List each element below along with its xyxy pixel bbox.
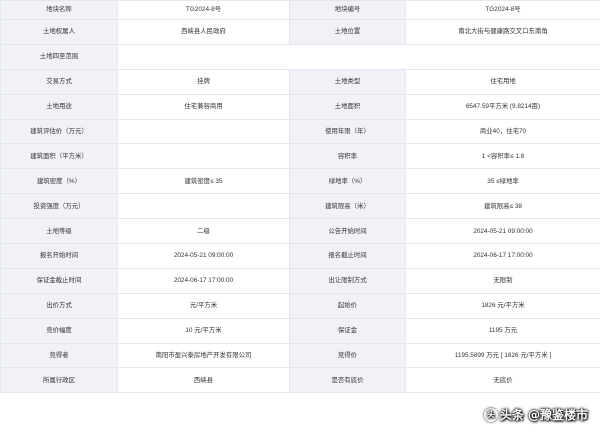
field-label: 土地四至范围 (0, 43, 118, 70)
field-value: 住宅用地 (405, 68, 600, 95)
field-label: 地块名称 (0, 0, 118, 20)
field-value: 1195 万元 (405, 317, 600, 344)
field-label: 报名截止时间 (289, 243, 406, 269)
field-label: 是否有底价 (289, 367, 406, 394)
field-label: 土地面积 (289, 93, 406, 120)
field-label: 所属行政区 (0, 367, 118, 394)
table-row: 建筑面积（平方米） 容积率 1 <容积率≤ 1.8 (0, 143, 600, 170)
field-value: TG2024-8号 (405, 0, 600, 20)
table-row: 报名开始时间 2024-05-21 09:00:00 报名截止时间 2024-06-1… (0, 243, 600, 269)
field-label: 公告开始时间 (289, 218, 406, 245)
field-value: 元/平方米 (117, 292, 290, 319)
field-value: 无底价 (405, 367, 600, 394)
field-value: 35 ≤绿地率 (405, 168, 600, 195)
land-info-table: 地块名称 TG2024-8号 地块编号 TG2024-8号 土地权属人 西峡县人民政府 土地… (0, 0, 600, 394)
field-label: 建筑限高（米） (289, 193, 406, 220)
toutiao-watermark: 头 头条 @豫鉴楼市 (483, 406, 588, 423)
field-label: 土地等级 (0, 218, 118, 245)
field-label: 出价方式 (0, 292, 118, 319)
field-value (117, 43, 600, 70)
toutiao-logo-icon: 头 (483, 407, 498, 422)
field-value: 西峡县 (117, 367, 290, 394)
field-label: 起始价 (289, 292, 406, 319)
field-label: 土地用途 (0, 93, 118, 120)
field-label: 投资强度（万元） (0, 193, 118, 220)
field-value: 10 元/平方米 (117, 317, 290, 344)
table-row: 所属行政区 西峡县 是否有底价 无底价 (0, 367, 600, 394)
field-value: 6547.59平方米 (9.8214亩) (405, 93, 600, 120)
field-value: 1 <容积率≤ 1.8 (405, 143, 600, 170)
watermark-text: 头条 @豫鉴楼市 (499, 408, 588, 422)
table-row: 出价方式 元/平方米 起始价 1826 元/平方米 (0, 292, 600, 319)
field-label: 土地位置 (289, 19, 406, 45)
table-row: 交易方式 挂牌 土地类型 住宅用地 (0, 68, 600, 95)
field-value: TG2024-8号 (117, 0, 290, 20)
field-value: 2024-05-21 09:00:00 (117, 243, 290, 269)
field-label: 建筑评估价（万元） (0, 118, 118, 145)
field-label: 竞得价 (289, 342, 406, 369)
field-value: 1195.5899 万元 [ 1826 元/平方米 ] (405, 342, 600, 369)
field-value (117, 118, 290, 145)
table-row: 竞价幅度 10 元/平方米 保证金 1195 万元 (0, 317, 600, 344)
field-label: 竞价幅度 (0, 317, 118, 344)
field-value: 2024-06-17 17:00:00 (405, 243, 600, 269)
field-value: 挂牌 (117, 68, 290, 95)
field-value: 西峡县人民政府 (117, 19, 290, 45)
field-value: 二级 (117, 218, 290, 245)
field-value: 建筑限高≤ 38 (405, 193, 600, 220)
field-value: 南北大街与健康路交叉口东南角 (405, 19, 600, 45)
field-label: 容积率 (289, 143, 406, 170)
field-label: 报名开始时间 (0, 243, 118, 269)
field-value: 商业40，住宅70 (405, 118, 600, 145)
field-value: 1826 元/平方米 (405, 292, 600, 319)
field-value: 2024-05-21 09:00:00 (405, 218, 600, 245)
table-row: 竞得者 南阳市盈兴泰房地产开发有限公司 竞得价 1195.5899 万元 [ 1826… (0, 342, 600, 369)
field-label: 绿地率（%） (289, 168, 406, 195)
field-value: 南阳市盈兴泰房地产开发有限公司 (117, 342, 290, 369)
table-row: 投资强度（万元） 建筑限高（米） 建筑限高≤ 38 (0, 193, 600, 220)
table-row: 地块名称 TG2024-8号 地块编号 TG2024-8号 (0, 0, 600, 20)
field-label: 保证金 (289, 317, 406, 344)
field-value: 无限制 (405, 267, 600, 294)
field-label: 竞得者 (0, 342, 118, 369)
field-value: 建筑密度≤ 35 (117, 168, 290, 195)
field-value: 2024-06-17 17:00:00 (117, 267, 290, 294)
table-row: 土地用途 住宅兼容商用 土地面积 6547.59平方米 (9.8214亩) (0, 93, 600, 120)
field-label: 保证金截止时间 (0, 267, 118, 294)
land-info-body: 地块名称 TG2024-8号 地块编号 TG2024-8号 土地权属人 西峡县人民政府 土地… (0, 0, 600, 394)
field-value: 住宅兼容商用 (117, 93, 290, 120)
table-row: 土地四至范围 (0, 43, 600, 70)
field-value (117, 193, 290, 220)
field-label: 交易方式 (0, 68, 118, 95)
field-value (117, 143, 290, 170)
table-row: 保证金截止时间 2024-06-17 17:00:00 出让限制方式 无限制 (0, 267, 600, 294)
field-label: 地块编号 (289, 0, 406, 20)
field-label: 建筑密度（%） (0, 168, 118, 195)
field-label: 土地类型 (289, 68, 406, 95)
table-row: 建筑评估价（万元） 使用年限（年） 商业40，住宅70 (0, 118, 600, 145)
table-row: 土地权属人 西峡县人民政府 土地位置 南北大街与健康路交叉口东南角 (0, 19, 600, 45)
field-label: 建筑面积（平方米） (0, 143, 118, 170)
field-label: 土地权属人 (0, 19, 118, 45)
field-label: 使用年限（年） (289, 118, 406, 145)
table-row: 建筑密度（%） 建筑密度≤ 35 绿地率（%） 35 ≤绿地率 (0, 168, 600, 195)
field-label: 出让限制方式 (289, 267, 406, 294)
table-row: 土地等级 二级 公告开始时间 2024-05-21 09:00:00 (0, 218, 600, 245)
